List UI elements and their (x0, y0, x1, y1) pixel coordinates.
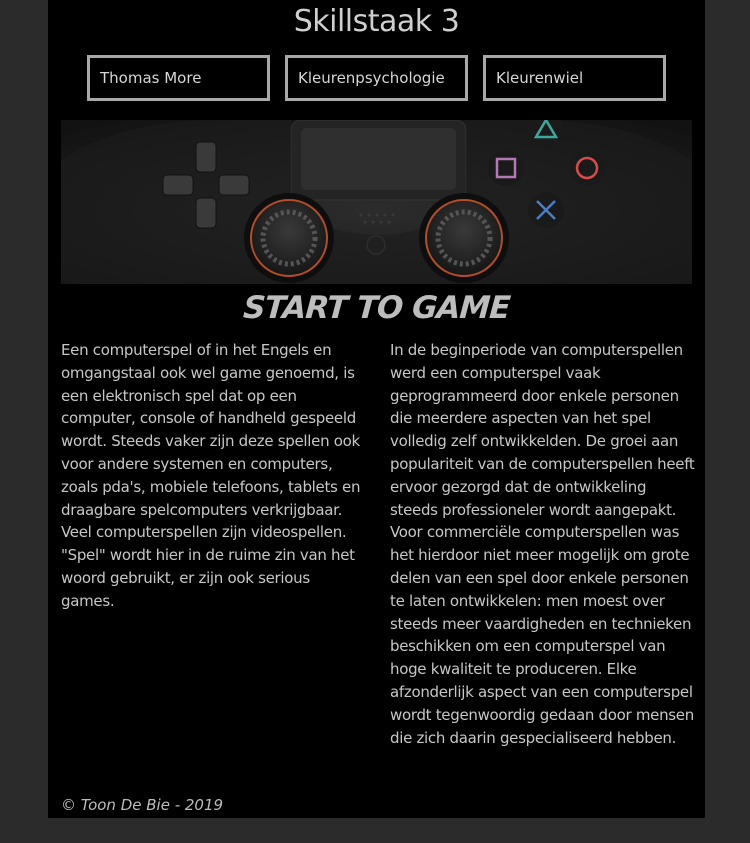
nav-button-kleurenpsychologie[interactable]: Kleurenpsychologie (285, 55, 468, 101)
paragraph-left: Een computerspel of in het Engels en omg… (61, 341, 361, 610)
nav-button-thomas-more[interactable]: Thomas More (87, 55, 270, 101)
nav-button-kleurenwiel[interactable]: Kleurenwiel (483, 55, 666, 101)
paragraph-right: In de beginperiode van computerspellen w… (390, 341, 695, 747)
hero-banner (61, 120, 692, 284)
main-nav: Thomas More Kleurenpsychologie Kleurenwi… (87, 55, 667, 101)
game-controller-icon (61, 120, 692, 284)
footer-copyright: © Toon De Bie - 2019 (61, 796, 224, 814)
page-container: Skillstaak 3 Thomas More Kleurenpsycholo… (48, 0, 705, 818)
section-heading: START TO GAME (242, 290, 511, 326)
page-title: Skillstaak 3 (293, 4, 460, 39)
